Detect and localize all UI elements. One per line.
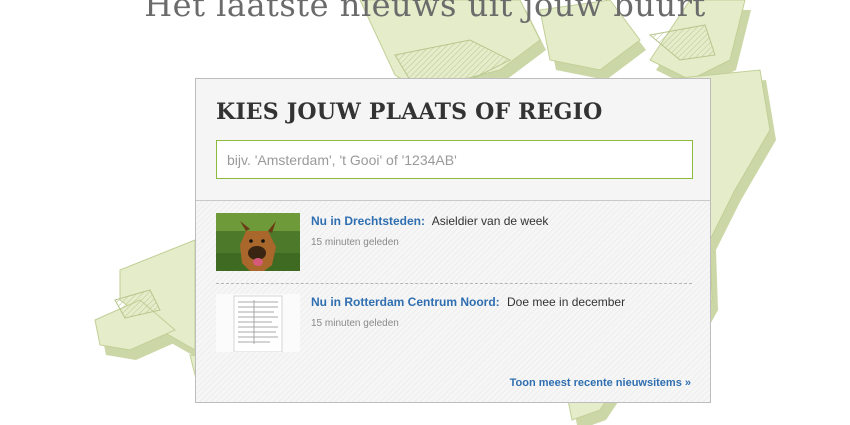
location-search-input[interactable] [216, 140, 693, 179]
news-headline[interactable]: Asieldier van de week [432, 214, 549, 228]
news-timestamp: 15 minuten geleden [311, 237, 399, 248]
document-photo-icon [216, 294, 300, 352]
news-item[interactable]: Nu in Drechtsteden: Asieldier van de wee… [216, 213, 692, 275]
news-timestamp: 15 minuten geleden [311, 318, 399, 329]
news-line: Nu in Rotterdam Centrum Noord: Doe mee i… [311, 295, 691, 309]
news-divider [216, 283, 692, 284]
news-line: Nu in Drechtsteden: Asieldier van de wee… [311, 214, 691, 228]
news-region-link[interactable]: Nu in Rotterdam Centrum Noord: [311, 295, 500, 309]
region-picker-panel: KIES JOUW PLAATS OF REGIO bijv. 'Amsterd… [195, 78, 711, 403]
news-headline[interactable]: Doe mee in december [507, 295, 625, 309]
more-news-link[interactable]: Toon meest recente nieuwsitems » [510, 377, 691, 389]
panel-title: KIES JOUW PLAATS OF REGIO [216, 99, 603, 125]
news-region-link[interactable]: Nu in Drechtsteden: [311, 214, 425, 228]
news-text: Nu in Rotterdam Centrum Noord: Doe mee i… [311, 295, 691, 329]
dog-photo-icon [216, 213, 300, 271]
page-headline: Het laatste nieuws uit jouw buurt [144, 0, 706, 24]
panel-header: KIES JOUW PLAATS OF REGIO [196, 79, 710, 201]
news-item[interactable]: Nu in Rotterdam Centrum Noord: Doe mee i… [216, 294, 692, 356]
news-thumbnail[interactable] [216, 213, 300, 271]
news-text: Nu in Drechtsteden: Asieldier van de wee… [311, 214, 691, 248]
news-list: Nu in Drechtsteden: Asieldier van de wee… [196, 201, 710, 402]
news-thumbnail[interactable] [216, 294, 300, 352]
